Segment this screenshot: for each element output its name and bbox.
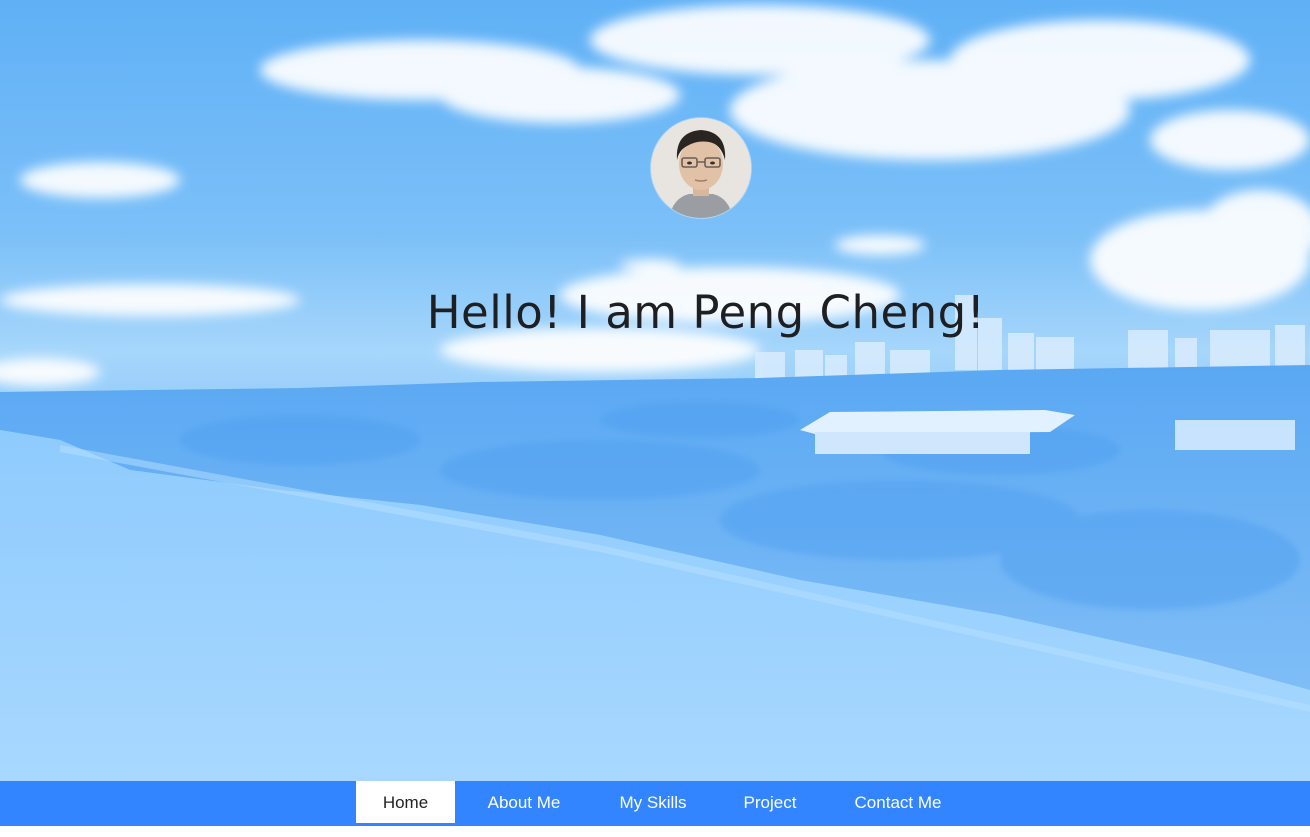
profile-photo-icon: [651, 118, 751, 218]
nav-item-about-me[interactable]: About Me: [467, 781, 581, 826]
avatar: [651, 118, 751, 218]
hero-greeting: Hello! I am Peng Cheng!: [426, 286, 986, 339]
nav-item-contact-me[interactable]: Contact Me: [838, 781, 958, 826]
page-footer-strip: [0, 826, 1310, 837]
nav-item-project[interactable]: Project: [726, 781, 814, 826]
nav-item-my-skills[interactable]: My Skills: [604, 781, 702, 826]
hero-background: Hello! I am Peng Cheng!: [0, 0, 1310, 781]
bottom-navbar: Home About Me My Skills Project Contact …: [0, 781, 1310, 826]
nav-item-home[interactable]: Home: [356, 781, 455, 823]
